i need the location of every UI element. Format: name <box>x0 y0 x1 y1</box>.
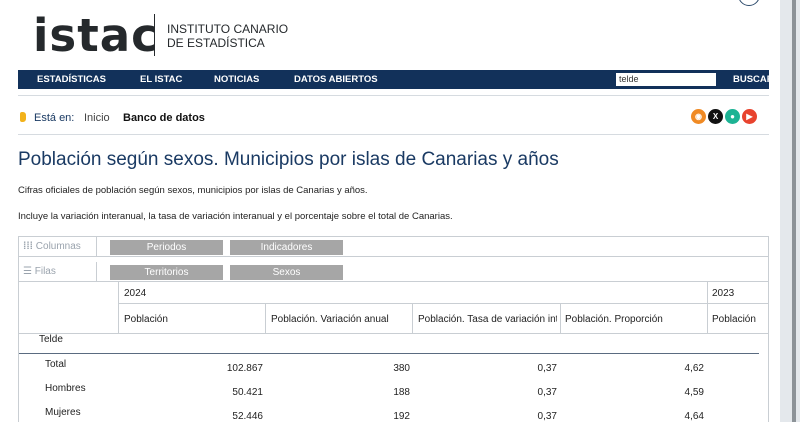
row-label-total: Total <box>45 359 67 370</box>
table-cell: 52.446 <box>232 411 263 422</box>
youtube-icon[interactable]: ▶ <box>742 109 757 124</box>
description-2: Incluye la variación interanual, la tasa… <box>18 211 453 222</box>
data-table: ⁞⁞⁞ Columnas Periodos Indicadores ☰ Fila… <box>18 236 769 422</box>
grid-line <box>412 303 413 333</box>
group-underline <box>19 353 759 354</box>
breadcrumb-current: Banco de datos <box>123 112 205 124</box>
accessibility-icon[interactable] <box>738 0 760 6</box>
description-1: Cifras oficiales de población según sexo… <box>18 185 368 196</box>
col-header-tasa-variacion[interactable]: Población. Tasa de variación interanual <box>418 314 557 326</box>
table-cell: 4,62 <box>684 363 704 374</box>
grid-line <box>560 303 561 333</box>
nav-item-el-istac[interactable]: EL ISTAC <box>140 70 182 89</box>
page-title: Población según sexos. Municipios por is… <box>18 149 559 170</box>
table-cell: 102.867 <box>226 363 263 374</box>
col-header-variacion-anual[interactable]: Población. Variación anual <box>271 314 409 326</box>
chip-periodos[interactable]: Periodos <box>110 240 223 255</box>
table-cell: 188 <box>393 387 410 398</box>
divider <box>18 95 769 96</box>
search-button[interactable]: BUSCAR <box>733 70 774 89</box>
table-cell: 192 <box>393 411 410 422</box>
year-header-2023: 2023 <box>712 288 735 299</box>
main-nav: ESTADÍSTICAS EL ISTAC NOTICIAS DATOS ABI… <box>18 70 774 89</box>
table-cell: 4,64 <box>684 411 704 422</box>
grid-line <box>118 303 768 304</box>
breadcrumb-home-link[interactable]: Inicio <box>84 112 110 125</box>
rows-icon: ☰ <box>23 266 35 277</box>
divider <box>18 134 769 135</box>
row-group-telde: Telde <box>39 334 63 345</box>
grid-line <box>118 282 119 333</box>
istac-logo[interactable]: istac <box>33 13 159 58</box>
grid-line <box>19 333 768 334</box>
table-cell: 4,59 <box>684 387 704 398</box>
rows-label: ☰ Filas <box>19 262 97 281</box>
institute-line-1: INSTITUTO CANARIO <box>167 22 289 36</box>
nav-item-estadisticas[interactable]: ESTADÍSTICAS <box>37 70 106 89</box>
columns-icon: ⁞⁞⁞ <box>23 241 36 252</box>
grid-line <box>707 282 708 333</box>
chip-sexos[interactable]: Sexos <box>230 265 343 280</box>
grid-line <box>265 303 266 333</box>
rss-icon[interactable]: ◉ <box>691 109 706 124</box>
chip-indicadores[interactable]: Indicadores <box>230 240 343 255</box>
institute-line-2: DE ESTADÍSTICA <box>167 36 265 50</box>
page-scrollbar[interactable] <box>792 0 796 422</box>
breadcrumb-bullet-icon <box>20 112 26 122</box>
year-header-2024: 2024 <box>124 288 147 299</box>
nav-item-datos-abiertos[interactable]: DATOS ABIERTOS <box>294 70 378 89</box>
table-cell: 380 <box>393 363 410 374</box>
row-label-hombres: Hombres <box>45 383 86 394</box>
col-header-proporcion[interactable]: Población. Proporción <box>565 314 703 326</box>
row-label-mujeres: Mujeres <box>45 407 81 418</box>
search-input[interactable] <box>616 73 716 86</box>
android-icon[interactable]: ● <box>725 109 740 124</box>
columns-dimension-row: ⁞⁞⁞ Columnas Periodos Indicadores <box>19 237 768 257</box>
breadcrumb-prefix: Está en: <box>34 112 75 124</box>
col-header-poblacion-2023[interactable]: Población <box>712 314 768 326</box>
page: istac INSTITUTO CANARIO DE ESTADÍSTICA E… <box>0 0 780 422</box>
table-cell: 0,37 <box>537 363 557 374</box>
columns-label: ⁞⁞⁞ Columnas <box>19 237 97 256</box>
logo-separator <box>154 14 155 56</box>
institute-name: INSTITUTO CANARIO DE ESTADÍSTICA <box>167 22 288 50</box>
nav-item-noticias[interactable]: NOTICIAS <box>214 70 259 89</box>
table-cell: 0,37 <box>537 387 557 398</box>
col-header-poblacion[interactable]: Población <box>124 314 262 326</box>
x-icon[interactable]: X <box>708 109 723 124</box>
rows-dimension-row: ☰ Filas Territorios Sexos <box>19 262 768 282</box>
chip-territorios[interactable]: Territorios <box>110 265 223 280</box>
table-cell: 0,37 <box>537 411 557 422</box>
table-cell: 50.421 <box>232 387 263 398</box>
